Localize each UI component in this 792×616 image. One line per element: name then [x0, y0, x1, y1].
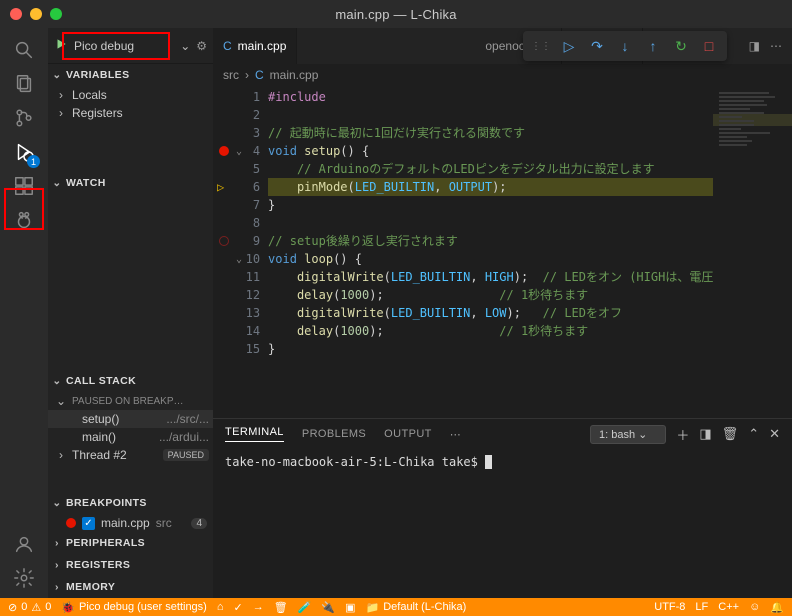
- close-panel-icon[interactable]: ✕: [769, 426, 780, 442]
- pio-upload-icon[interactable]: →: [253, 601, 264, 613]
- cpp-file-icon: C: [223, 39, 232, 53]
- start-debug-icon[interactable]: [54, 37, 68, 54]
- panel: Terminal Problems Output ⋯ 1: bash ⌄ ＋ ◨…: [213, 418, 792, 598]
- pio-test-icon[interactable]: 🧪: [298, 601, 312, 614]
- locals-item[interactable]: ›Locals: [48, 86, 213, 104]
- step-over-icon[interactable]: ↷: [587, 36, 607, 56]
- restart-icon[interactable]: ↻: [671, 36, 691, 56]
- pio-home-icon[interactable]: ⌂: [217, 601, 224, 613]
- status-lang[interactable]: C++: [718, 601, 739, 613]
- platformio-view-icon[interactable]: [10, 206, 38, 234]
- tab-main-cpp[interactable]: Cmain.cpp: [213, 28, 297, 64]
- panel-tab-terminal[interactable]: Terminal: [225, 426, 284, 442]
- drag-handle-icon[interactable]: ⋮⋮: [531, 41, 551, 52]
- terminal-selector[interactable]: 1: bash ⌄: [590, 425, 666, 444]
- registers2-section[interactable]: ›Registers: [48, 554, 213, 576]
- debug-toolbar[interactable]: ⋮⋮ ▷ ↷ ↓ ↑ ↻ □: [523, 31, 727, 61]
- peripherals-section[interactable]: ›Peripherals: [48, 532, 213, 554]
- status-bell-icon[interactable]: 🔔: [770, 601, 784, 614]
- terminal-cursor: [485, 455, 492, 469]
- pio-build-icon[interactable]: ✓: [234, 601, 243, 614]
- status-errors[interactable]: ⊘ 0 ⚠ 0: [8, 601, 51, 614]
- panel-tab-output[interactable]: Output: [384, 428, 432, 440]
- pio-clean-icon[interactable]: 🗑: [274, 601, 288, 614]
- gutter[interactable]: 123⌄45▷6789⌄101112131415: [213, 86, 268, 418]
- code-content[interactable]: #include // 起動時に最初に1回だけ実行される関数ですvoid set…: [268, 86, 713, 418]
- code-editor[interactable]: 123⌄45▷6789⌄101112131415 #include // 起動時…: [213, 86, 792, 418]
- panel-tab-more[interactable]: ⋯: [450, 428, 461, 441]
- stack-frame[interactable]: main().../ardui...: [48, 428, 213, 446]
- titlebar: main.cpp — L-Chika: [0, 0, 792, 28]
- more-actions-icon[interactable]: ⋯: [770, 39, 782, 53]
- status-bar: ⊘ 0 ⚠ 0 🐞 Pico debug (user settings) ⌂ ✓…: [0, 598, 792, 616]
- maximize-panel-icon[interactable]: ⌃: [748, 426, 759, 442]
- split-terminal-icon[interactable]: ◨: [699, 426, 711, 442]
- pio-terminal-icon[interactable]: ▣: [345, 601, 355, 614]
- explorer-view-icon[interactable]: [10, 70, 38, 98]
- new-terminal-icon[interactable]: ＋: [676, 425, 689, 444]
- settings-gear-icon[interactable]: [10, 564, 38, 592]
- run-debug-view-icon[interactable]: 1: [10, 138, 38, 166]
- thread-item[interactable]: ›Thread #2PAUSED: [48, 446, 213, 464]
- callstack-state[interactable]: ⌄Paused on breakp…: [48, 392, 213, 410]
- cpp-file-icon: C: [255, 68, 264, 82]
- debug-config-name[interactable]: Pico debug: [74, 39, 174, 53]
- breakpoint-row[interactable]: ✓ main.cpp src 4: [48, 514, 213, 532]
- pio-env[interactable]: 📁 Default (L-Chika): [366, 601, 467, 614]
- breakpoint-dot-icon: [66, 518, 76, 528]
- minimap[interactable]: [713, 86, 792, 418]
- window-controls[interactable]: [10, 8, 62, 20]
- panel-tabs: Terminal Problems Output ⋯ 1: bash ⌄ ＋ ◨…: [213, 419, 792, 449]
- split-editor-icon[interactable]: ◨: [749, 39, 760, 53]
- terminal-body[interactable]: take-no-macbook-air-5:L-Chika take$: [213, 449, 792, 598]
- registers-item[interactable]: ›Registers: [48, 104, 213, 122]
- search-view-icon[interactable]: [10, 36, 38, 64]
- source-control-view-icon[interactable]: [10, 104, 38, 132]
- step-into-icon[interactable]: ↓: [615, 36, 635, 56]
- stop-icon[interactable]: □: [699, 36, 719, 56]
- status-debug-config[interactable]: 🐞 Pico debug (user settings): [61, 601, 207, 614]
- watch-section[interactable]: ⌄Watch: [48, 172, 213, 194]
- status-eol[interactable]: LF: [695, 601, 708, 613]
- memory-section[interactable]: ›Memory: [48, 576, 213, 598]
- breadcrumb[interactable]: src› C main.cpp: [213, 64, 792, 86]
- debug-sidebar: Pico debug ⌄ ⚙ ⌄Variables ›Locals ›Regis…: [48, 28, 213, 598]
- breakpoint-checkbox[interactable]: ✓: [82, 517, 95, 530]
- editor-area: Cmain.cpp openocd.cfg ⚙Settings ◨ ⋯ ⋮⋮ ▷…: [213, 28, 792, 598]
- close-window[interactable]: [10, 8, 22, 20]
- callstack-section[interactable]: ⌄Call Stack: [48, 370, 213, 392]
- config-dropdown-icon[interactable]: ⌄: [180, 39, 190, 53]
- minimize-window[interactable]: [30, 8, 42, 20]
- debug-settings-icon[interactable]: ⚙: [196, 39, 207, 53]
- kill-terminal-icon[interactable]: 🗑: [722, 426, 739, 442]
- debug-config-bar: Pico debug ⌄ ⚙: [48, 28, 213, 64]
- window-title: main.cpp — L-Chika: [0, 7, 792, 22]
- variables-section[interactable]: ⌄Variables: [48, 64, 213, 86]
- tab-bar: Cmain.cpp openocd.cfg ⚙Settings ◨ ⋯ ⋮⋮ ▷…: [213, 28, 792, 64]
- extensions-view-icon[interactable]: [10, 172, 38, 200]
- pio-monitor-icon[interactable]: 🔌: [321, 601, 335, 614]
- breakpoints-section[interactable]: ⌄Breakpoints: [48, 492, 213, 514]
- debug-badge: 1: [27, 155, 40, 168]
- continue-icon[interactable]: ▷: [559, 36, 579, 56]
- step-out-icon[interactable]: ↑: [643, 36, 663, 56]
- panel-tab-problems[interactable]: Problems: [302, 428, 366, 440]
- accounts-icon[interactable]: [10, 530, 38, 558]
- status-encoding[interactable]: UTF-8: [654, 601, 685, 613]
- status-feedback-icon[interactable]: ☺: [749, 601, 760, 613]
- zoom-window[interactable]: [50, 8, 62, 20]
- activity-bar: 1: [0, 28, 48, 598]
- stack-frame[interactable]: setup().../src/...: [48, 410, 213, 428]
